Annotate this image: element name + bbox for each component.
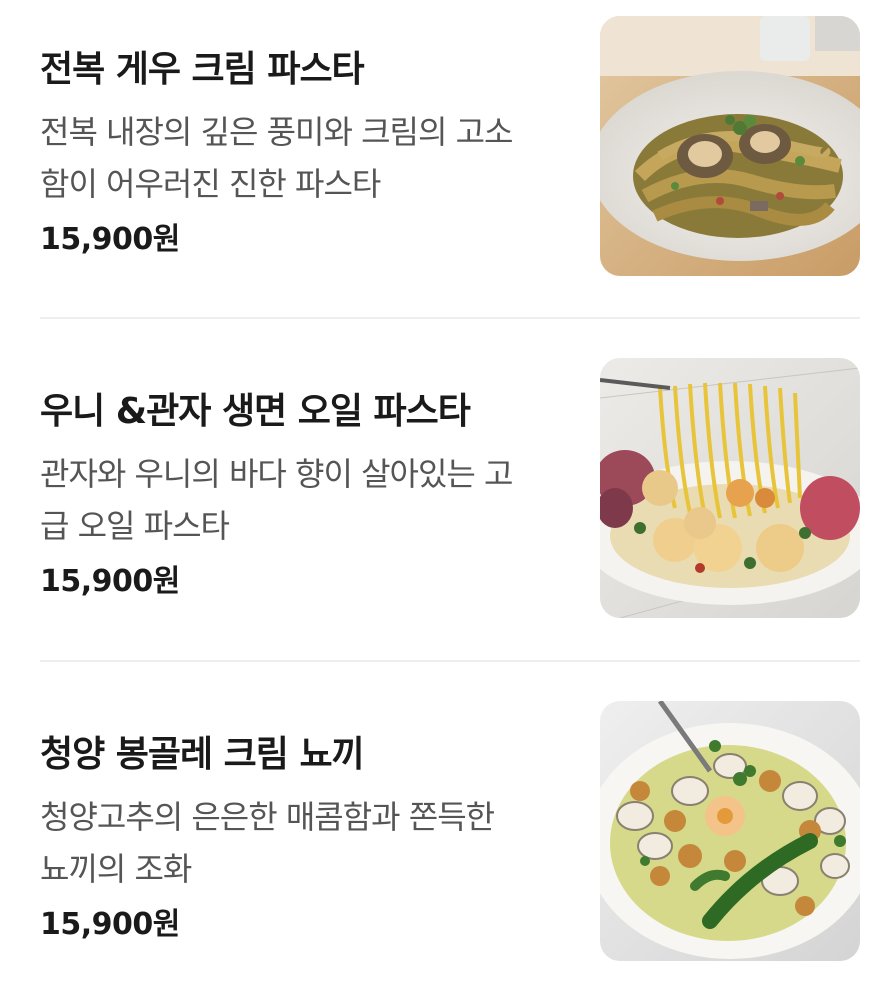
divider	[40, 660, 860, 662]
menu-item-price: 15,900원	[40, 907, 180, 942]
menu-item-title: 청양 봉골레 크림 뇨끼	[40, 734, 365, 775]
menu-item-description-line: 전복 내장의 깊은 풍미와 크림의 고소	[40, 113, 513, 151]
menu-item-description-line: 급 오일 파스타	[40, 507, 230, 545]
menu-item-description-line: 함이 어우러진 진한 파스타	[40, 165, 381, 203]
menu-item-description-line: 청양고추의 은은한 매콤함과 쫀득한	[40, 798, 495, 836]
menu-item-title: 우니 &관자 생면 오일 파스타	[40, 391, 471, 432]
menu-item-photo[interactable]	[600, 16, 860, 276]
menu-item-description: 관자와 우니의 바다 향이 살아있는 고 급 오일 파스타	[40, 448, 570, 552]
menu-item-abalone-cream-pasta[interactable]: 전복 게우 크림 파스타 전복 내장의 깊은 풍미와 크림의 고소 함이 어우러…	[0, 16, 895, 278]
menu-item-description-line: 관자와 우니의 바다 향이 살아있는 고	[40, 455, 513, 493]
divider	[40, 317, 860, 319]
menu-item-cheongyang-vongole-gnocchi[interactable]: 청양 봉골레 크림 뇨끼 청양고추의 은은한 매콤함과 쫀득한 뇨끼의 조화 1…	[0, 701, 895, 963]
menu-item-description: 청양고추의 은은한 매콤함과 쫀득한 뇨끼의 조화	[40, 791, 570, 895]
menu-item-description: 전복 내장의 깊은 풍미와 크림의 고소 함이 어우러진 진한 파스타	[40, 106, 570, 210]
menu-item-description-line: 뇨끼의 조화	[40, 850, 192, 888]
menu-item-price: 15,900원	[40, 564, 180, 599]
menu-item-title: 전복 게우 크림 파스타	[40, 49, 365, 90]
menu-list: 전복 게우 크림 파스타 전복 내장의 깊은 풍미와 크림의 고소 함이 어우러…	[0, 0, 895, 998]
menu-item-photo[interactable]	[600, 701, 860, 961]
menu-item-price: 15,900원	[40, 222, 180, 257]
menu-item-uni-scallop-oil-pasta[interactable]: 우니 &관자 생면 오일 파스타 관자와 우니의 바다 향이 살아있는 고 급 …	[0, 358, 895, 620]
menu-item-photo[interactable]	[600, 358, 860, 618]
